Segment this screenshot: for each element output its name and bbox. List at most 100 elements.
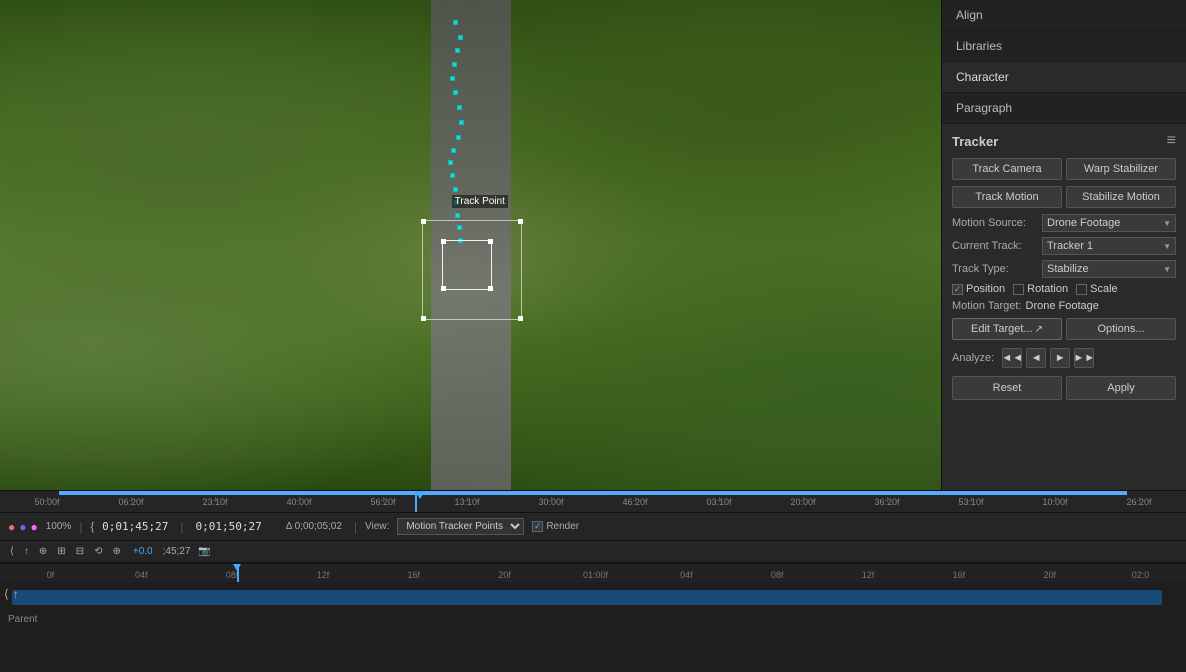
bottom-ruler: 0f 04f 08f 12f 16f 20f 01:00f 04f 08f 12… bbox=[0, 564, 1186, 582]
ruler-mark-8: 03:10f bbox=[677, 497, 761, 507]
bt-mark-10: 16f bbox=[913, 570, 1004, 580]
video-area: Track Point bbox=[0, 0, 941, 490]
render-check-box[interactable]: ✓ bbox=[532, 521, 543, 532]
tracker-section: Tracker ≡ Track Camera Warp Stabilizer T… bbox=[942, 124, 1186, 490]
ruler-mark-13: 26:20f bbox=[1097, 497, 1181, 507]
corner-handle-tr[interactable] bbox=[518, 219, 523, 224]
position-checkbox-item[interactable]: ✓ Position bbox=[952, 283, 1005, 295]
cursor-icon-inline: ↗ bbox=[1035, 324, 1043, 335]
timecode-start: 0;01;45;27 bbox=[102, 520, 168, 533]
scale-checkbox-item[interactable]: Scale bbox=[1076, 283, 1118, 295]
tracking-box-inner[interactable] bbox=[442, 240, 492, 290]
analyze-controls: ◄◄ ◄ ► ►► bbox=[1002, 348, 1094, 368]
tc-icon-pink: ● bbox=[31, 520, 38, 534]
warp-stabilizer-button[interactable]: Warp Stabilizer bbox=[1066, 158, 1176, 180]
bt-mark-11: 20f bbox=[1004, 570, 1095, 580]
bottom-tracks: Parent ⟨ ↑ bbox=[0, 582, 1186, 629]
current-track-dropdown[interactable]: Tracker 1 ▼ bbox=[1042, 237, 1176, 255]
render-label: Render bbox=[546, 521, 579, 532]
bt-mark-5: 20f bbox=[459, 570, 550, 580]
track-type-arrow: ▼ bbox=[1163, 265, 1171, 274]
analyze-rewind-button[interactable]: ◄◄ bbox=[1002, 348, 1022, 368]
analyze-play-button[interactable]: ► bbox=[1050, 348, 1070, 368]
track-type-dropdown[interactable]: Stabilize ▼ bbox=[1042, 260, 1176, 278]
tracker-buttons-row-2: Track Motion Stabilize Motion bbox=[952, 186, 1176, 208]
tab-libraries[interactable]: Libraries bbox=[942, 31, 1186, 62]
scale-label: Scale bbox=[1090, 283, 1118, 295]
track-camera-button[interactable]: Track Camera bbox=[952, 158, 1062, 180]
tracker-menu-icon[interactable]: ≡ bbox=[1167, 132, 1176, 150]
options-button[interactable]: Options... bbox=[1066, 318, 1176, 340]
timeline-ruler[interactable]: 50:00f 06:20f 23:10f 40:00f 56:20f 13:10… bbox=[0, 491, 1186, 513]
ruler-mark-5: 13:10f bbox=[425, 497, 509, 507]
inner-corner-tl[interactable] bbox=[441, 239, 446, 244]
motion-source-dropdown[interactable]: Drone Footage ▼ bbox=[1042, 214, 1176, 232]
corner-handle-tl[interactable] bbox=[421, 219, 426, 224]
track-dot bbox=[455, 48, 460, 53]
ruler-mark-4: 56:20f bbox=[341, 497, 425, 507]
inner-corner-bl[interactable] bbox=[441, 286, 446, 291]
rotation-checkbox[interactable] bbox=[1013, 284, 1024, 295]
inner-corner-br[interactable] bbox=[488, 286, 493, 291]
zoom-value: 100% bbox=[46, 521, 72, 532]
tc-brace-start: { bbox=[90, 521, 94, 533]
edit-target-button[interactable]: Edit Target... ↗ bbox=[952, 318, 1062, 340]
bt-ctrl-2[interactable]: ↑ bbox=[13, 587, 19, 601]
track-dot bbox=[453, 90, 458, 95]
track-dot bbox=[453, 187, 458, 192]
tab-align[interactable]: Align bbox=[942, 0, 1186, 31]
ruler-mark-0: 50:00f bbox=[5, 497, 89, 507]
stabilize-motion-button[interactable]: Stabilize Motion bbox=[1066, 186, 1176, 208]
ruler-mark-1: 06:20f bbox=[89, 497, 173, 507]
toolbar-btn-7[interactable]: ⊕ bbox=[110, 545, 122, 558]
bt-mark-12: 02:0 bbox=[1095, 570, 1186, 580]
current-track-arrow: ▼ bbox=[1163, 242, 1171, 251]
track-motion-button[interactable]: Track Motion bbox=[952, 186, 1062, 208]
toolbar-btn-3[interactable]: ⊕ bbox=[37, 545, 49, 558]
toolbar-btn-4[interactable]: ⊞ bbox=[55, 545, 67, 558]
ruler-mark-10: 36:20f bbox=[845, 497, 929, 507]
track-dot bbox=[459, 120, 464, 125]
apply-button[interactable]: Apply bbox=[1066, 376, 1176, 400]
bt-mark-3: 12f bbox=[278, 570, 369, 580]
toolbar-btn-1[interactable]: ⟨ bbox=[8, 545, 16, 558]
rotation-label: Rotation bbox=[1027, 283, 1068, 295]
analyze-label: Analyze: bbox=[952, 352, 994, 364]
corner-handle-br[interactable] bbox=[518, 316, 523, 321]
motion-source-arrow: ▼ bbox=[1163, 219, 1171, 228]
tc-icons: ● ● ● bbox=[8, 520, 38, 534]
tab-character[interactable]: Character bbox=[942, 62, 1186, 93]
analyze-row: Analyze: ◄◄ ◄ ► ►► bbox=[952, 348, 1176, 368]
scale-checkbox[interactable] bbox=[1076, 284, 1087, 295]
toolbar-btn-6[interactable]: ⟲ bbox=[92, 545, 104, 558]
track-dot bbox=[455, 213, 460, 218]
parent-label: Parent bbox=[8, 614, 37, 625]
track-dot bbox=[450, 173, 455, 178]
reset-button[interactable]: Reset bbox=[952, 376, 1062, 400]
bt-mark-1: 04f bbox=[96, 570, 187, 580]
track-dot bbox=[451, 148, 456, 153]
rotation-checkbox-item[interactable]: Rotation bbox=[1013, 283, 1068, 295]
camera-icon[interactable]: 📷 bbox=[196, 545, 212, 558]
render-checkbox[interactable]: ✓ Render bbox=[532, 521, 579, 532]
edit-target-label: Edit Target... bbox=[971, 323, 1033, 335]
view-dropdown[interactable]: Motion Tracker Points bbox=[397, 518, 524, 535]
toolbar-btn-5[interactable]: ⊟ bbox=[74, 545, 86, 558]
bottom-playhead-marker bbox=[233, 564, 241, 571]
tab-paragraph[interactable]: Paragraph bbox=[942, 93, 1186, 124]
bt-ctrl-1[interactable]: ⟨ bbox=[4, 587, 9, 601]
motion-source-row: Motion Source: Drone Footage ▼ bbox=[952, 214, 1176, 232]
top-section: Track Point Align Libraries Ch bbox=[0, 0, 1186, 490]
motion-target-value: Drone Footage bbox=[1026, 300, 1099, 312]
inner-corner-tr[interactable] bbox=[488, 239, 493, 244]
position-checkbox[interactable]: ✓ bbox=[952, 284, 963, 295]
track-type-label: Track Type: bbox=[952, 263, 1042, 275]
track-dot bbox=[458, 35, 463, 40]
analyze-forward-button[interactable]: ►► bbox=[1074, 348, 1094, 368]
app-container: Track Point Align Libraries Ch bbox=[0, 0, 1186, 672]
work-area-bar bbox=[59, 491, 1126, 495]
bt-mark-8: 08f bbox=[732, 570, 823, 580]
corner-handle-bl[interactable] bbox=[421, 316, 426, 321]
toolbar-btn-2[interactable]: ↑ bbox=[22, 545, 31, 558]
analyze-back-button[interactable]: ◄ bbox=[1026, 348, 1046, 368]
